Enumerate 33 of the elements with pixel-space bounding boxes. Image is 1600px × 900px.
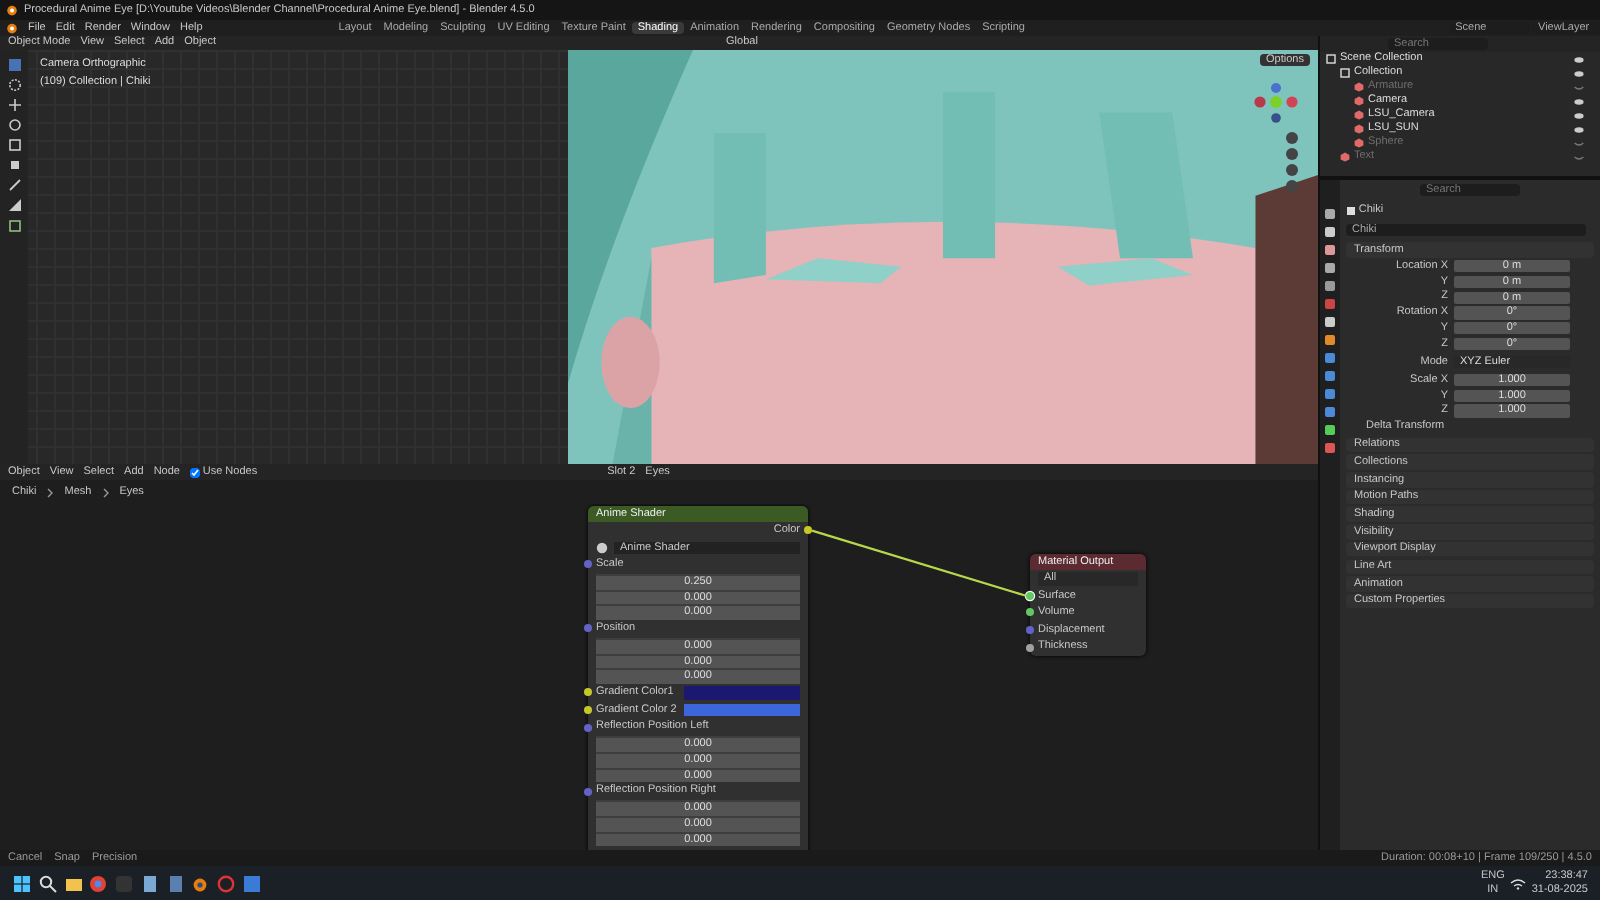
color-swatch[interactable] [684,686,800,700]
document-icon[interactable] [165,873,185,893]
annotate-icon[interactable] [7,177,21,192]
transform-icon[interactable] [7,157,21,172]
document-icon[interactable] [139,873,160,893]
rotate-icon[interactable] [7,117,21,132]
folder-icon[interactable] [63,873,83,893]
move-icon[interactable] [7,97,21,112]
windows-start-icon[interactable] [12,873,32,893]
wifi-icon[interactable] [1510,877,1527,889]
chevron-icon [101,487,110,497]
sphere-icon [596,541,608,554]
object-icon [1346,206,1356,217]
use-nodes-checkbox[interactable] [189,467,200,477]
select-box-icon[interactable] [7,57,21,72]
blender-app-icon[interactable] [190,873,211,893]
socket-icon [584,787,592,796]
shader-node[interactable] [588,506,808,850]
chevron-icon [46,487,55,497]
socket-icon [584,560,592,569]
search-icon[interactable] [37,873,58,893]
socket-icon [804,526,812,535]
add-cube-icon[interactable] [7,217,21,232]
socket-icon [584,624,592,633]
navigation-gizmo-icon[interactable] [1250,77,1302,198]
app-icon[interactable] [241,873,262,893]
eye-closed-icon[interactable] [1574,83,1584,91]
measure-icon[interactable] [7,197,21,212]
scale-icon[interactable] [7,137,21,152]
browser-icon[interactable] [88,873,109,893]
color-swatch[interactable] [684,703,800,717]
cursor-icon[interactable] [7,77,21,92]
app-icon[interactable] [216,873,236,893]
